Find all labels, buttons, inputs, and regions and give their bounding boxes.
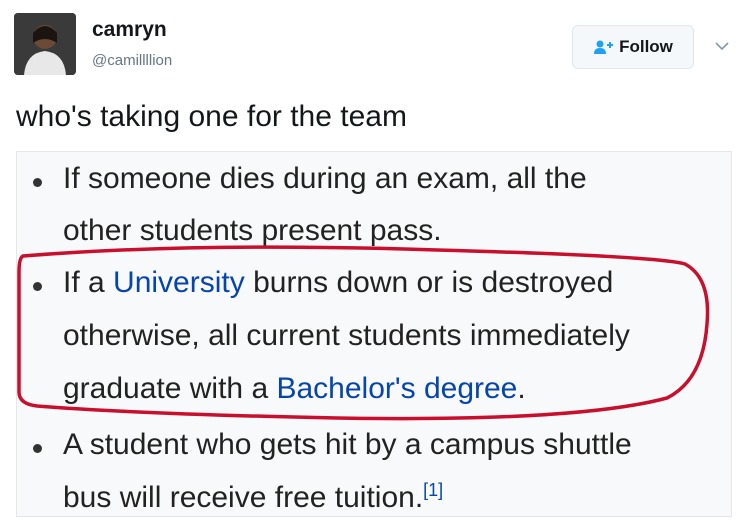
text-segment: burns down or is destroyed — [244, 266, 614, 299]
wiki-item-2-line-3: graduate with a Bachelor's degree. — [63, 372, 526, 406]
text-segment: graduate with a — [63, 372, 277, 405]
avatar[interactable] — [14, 13, 76, 75]
follow-button[interactable]: Follow — [572, 25, 694, 69]
chevron-down-icon[interactable] — [712, 36, 732, 56]
wiki-item-1-line-2: other students present pass. — [63, 214, 442, 247]
bullet-dot — [33, 178, 42, 187]
text-segment: . — [517, 372, 526, 405]
add-person-icon — [593, 39, 614, 55]
bachelors-degree-link[interactable]: Bachelor's degree — [276, 372, 517, 405]
citation-link[interactable]: [1] — [423, 480, 443, 500]
text-segment: If a — [63, 266, 114, 299]
bullet-dot — [33, 282, 42, 291]
wiki-item-2-line-2: otherwise, all current students immediat… — [63, 319, 630, 352]
user-display-name[interactable]: camryn — [92, 18, 167, 42]
wiki-item-2-line-1: If a University burns down or is destroy… — [63, 266, 613, 300]
text-segment: bus will receive free tuition. — [63, 481, 424, 514]
wiki-item-1-line-1: If someone dies during an exam, all the — [63, 162, 587, 195]
university-link[interactable]: University — [113, 266, 245, 299]
wiki-item-3-line-1: A student who gets hit by a campus shutt… — [63, 428, 632, 461]
follow-label: Follow — [619, 37, 673, 56]
tweet-text: who's taking one for the team — [16, 100, 407, 133]
user-handle[interactable]: @camillllion — [92, 52, 172, 69]
tweet-image[interactable]: If someone dies during an exam, all the … — [16, 151, 732, 517]
wiki-item-3-line-2: bus will receive free tuition.[1] — [63, 480, 443, 515]
bullet-dot — [33, 444, 42, 453]
